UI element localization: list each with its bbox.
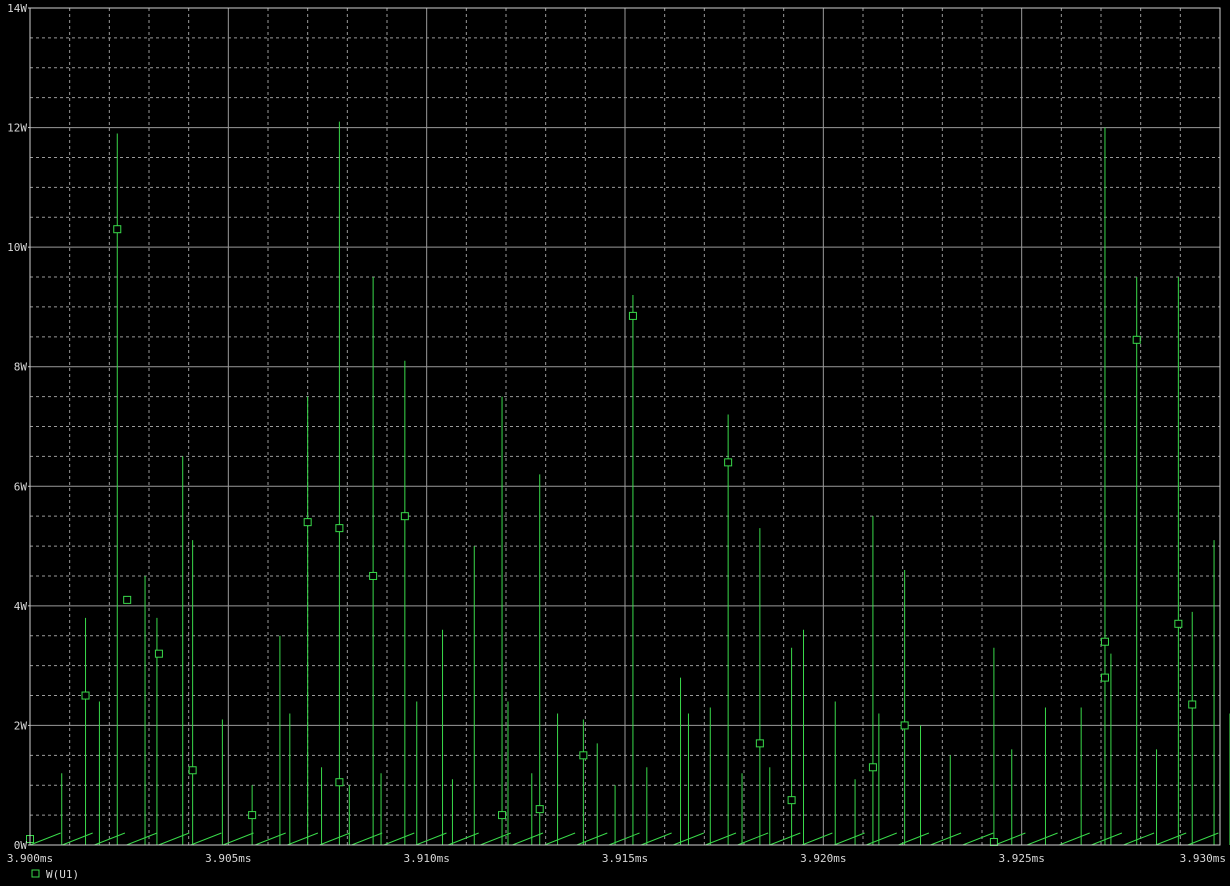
marker-square (1188, 700, 1197, 709)
y-axis-ticks: 0W 2W 4W 6W 8W 10W 12W 14W (7, 2, 30, 852)
legend-label: W(U1) (46, 868, 79, 881)
y-tick-label: 8W (14, 361, 28, 374)
legend: W(U1) (31, 868, 79, 881)
marker-square (900, 721, 909, 730)
legend-marker (31, 869, 40, 878)
y-tick-label: 10W (7, 241, 27, 254)
x-tick-label: 3.930ms (1180, 852, 1226, 865)
y-tick-label: 2W (14, 719, 28, 732)
marker-square (868, 763, 877, 772)
series-w-u1 (29, 121, 1230, 846)
marker-square (400, 512, 409, 521)
y-tick-label: 14W (7, 2, 27, 15)
marker-square (188, 766, 197, 775)
marker-square (1174, 619, 1183, 628)
marker-square (303, 518, 312, 527)
x-tick-label: 3.915ms (602, 852, 648, 865)
y-tick-label: 6W (14, 480, 28, 493)
marker-square (535, 805, 544, 814)
x-tick-label: 3.910ms (403, 852, 449, 865)
marker-square (787, 796, 796, 805)
y-tick-label: 0W (14, 839, 28, 852)
marker-square (498, 811, 507, 820)
series-markers (26, 225, 1197, 847)
marker-square (369, 571, 378, 580)
x-axis-ticks: 3.900ms 3.905ms 3.910ms 3.915ms 3.920ms 3.925… (7, 852, 1226, 865)
x-tick-label: 3.905ms (205, 852, 251, 865)
marker-square (1100, 637, 1109, 646)
marker-square (989, 838, 998, 847)
marker-square (248, 811, 257, 820)
plot-area: 0W 2W 4W 6W 8W 10W 12W 14W 3.900ms 3.905ms 3.910m… (7, 2, 1230, 881)
marker-square (724, 458, 733, 467)
marker-square (628, 311, 637, 320)
marker-square (81, 691, 90, 700)
y-tick-label: 12W (7, 122, 27, 135)
marker-square (154, 649, 163, 658)
sawtooth-baseline (29, 832, 1219, 846)
marker-square (755, 739, 764, 748)
marker-square (579, 751, 588, 760)
marker-square (123, 595, 132, 604)
x-tick-label: 3.925ms (998, 852, 1044, 865)
x-tick-label: 3.920ms (800, 852, 846, 865)
marker-square (1132, 335, 1141, 344)
x-tick-label: 3.900ms (7, 852, 53, 865)
marker-square (335, 524, 344, 533)
y-tick-label: 4W (14, 600, 28, 613)
grid (29, 7, 1221, 846)
marker-square (113, 225, 122, 234)
marker-square (1100, 673, 1109, 682)
marker-square (335, 778, 344, 787)
